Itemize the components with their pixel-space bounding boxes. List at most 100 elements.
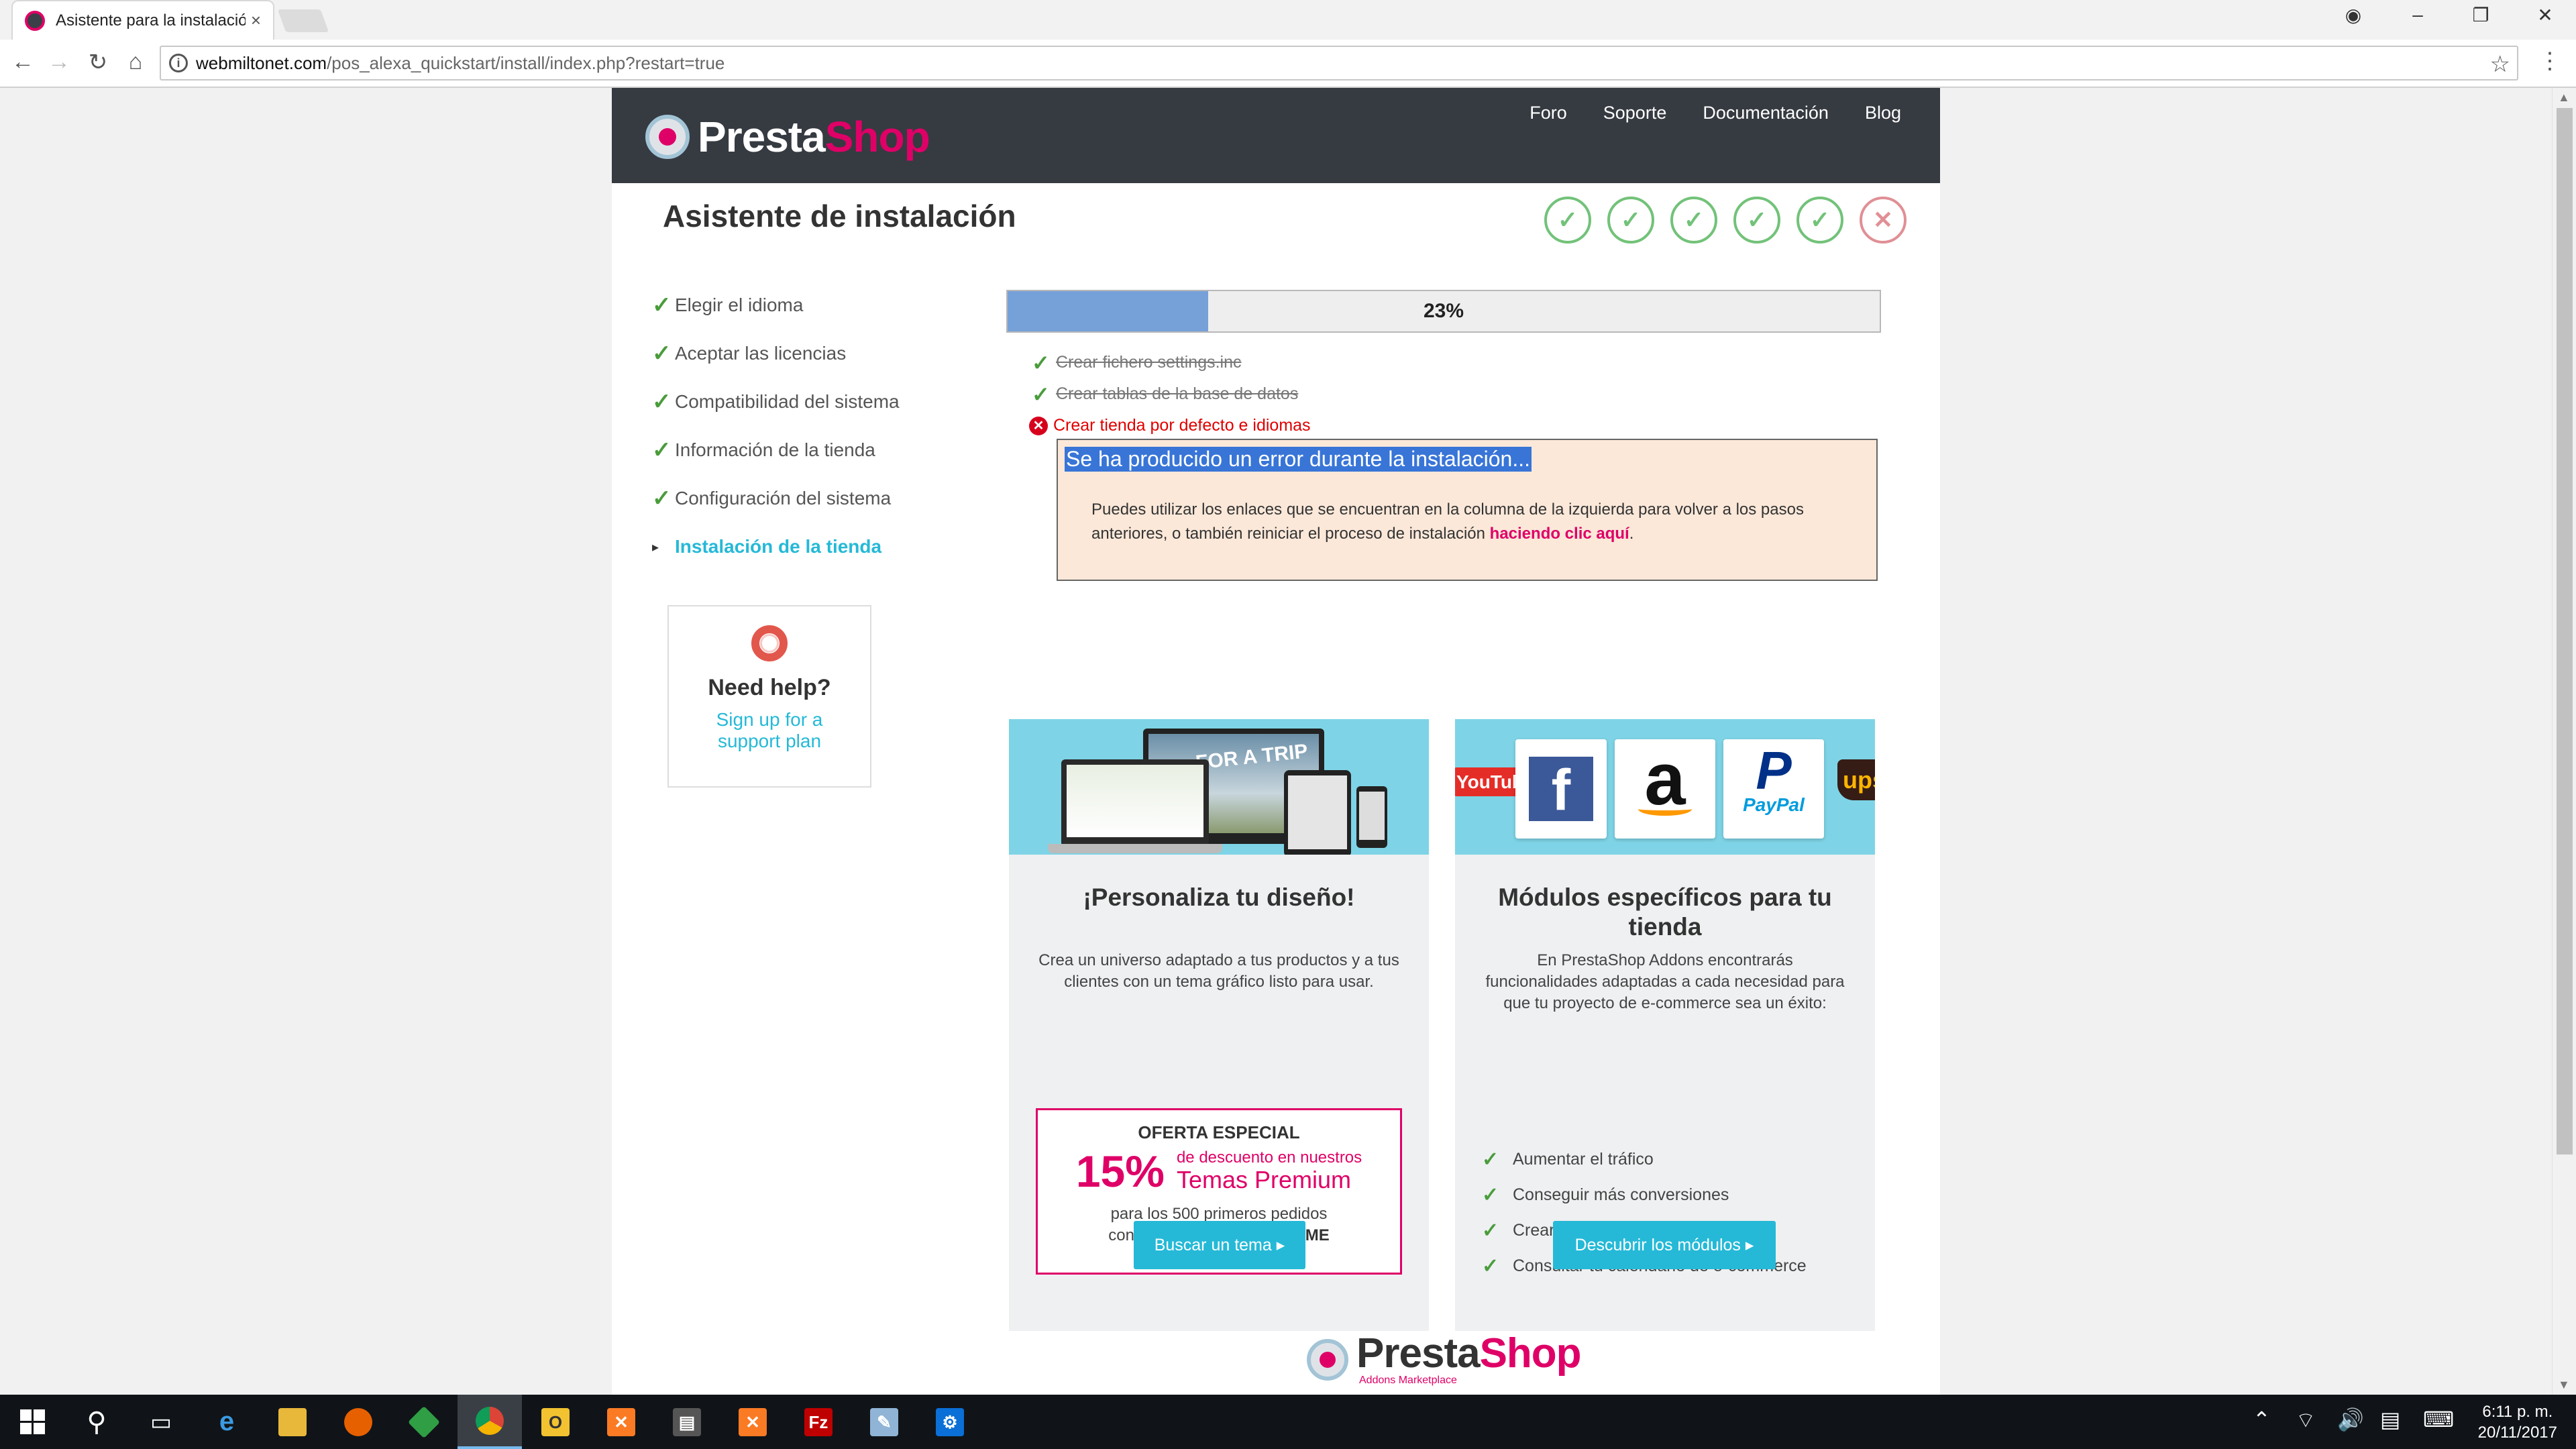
chrome-icon[interactable]	[458, 1395, 522, 1449]
back-icon[interactable]: ←	[8, 49, 38, 75]
url-path: /pos_alexa_quickstart/install/index.php?…	[327, 52, 725, 73]
install-page: Presta Shop Foro Soporte Documentación Bl…	[612, 88, 1940, 1395]
edge-icon[interactable]: e	[195, 1395, 259, 1449]
app-green-icon[interactable]	[392, 1395, 456, 1449]
close-window-icon[interactable]: ✕	[2532, 4, 2559, 26]
scroll-down-icon[interactable]: ▼	[2558, 1378, 2570, 1392]
tab-close-icon[interactable]: ×	[251, 10, 261, 31]
promo-description: Crea un universo adaptado a tus producto…	[1038, 951, 1399, 991]
browser-menu-icon[interactable]: ⋮	[2538, 48, 2561, 74]
tablet-image	[1284, 770, 1351, 855]
step-done-icon: ✓	[1544, 197, 1591, 244]
promo-title: Módulos específicos para tu tienda	[1498, 883, 1832, 941]
prestashop-bird-icon	[645, 115, 690, 159]
prestashop-bird-icon	[1307, 1339, 1348, 1381]
logo-text-presta: Presta	[698, 113, 826, 161]
benefit-label: Conseguir más conversiones	[1513, 1185, 1729, 1204]
settings-icon[interactable]: ⚙	[918, 1395, 982, 1449]
restart-install-link[interactable]: haciendo clic aquí	[1490, 525, 1629, 543]
scroll-up-icon[interactable]: ▲	[2558, 91, 2570, 105]
minimize-icon[interactable]: –	[2404, 4, 2431, 25]
step-done-icon: ✓	[1796, 197, 1843, 244]
step-status-icons: ✓ ✓ ✓ ✓ ✓ ✕	[1544, 197, 1923, 244]
system-clock[interactable]: 6:11 p. m. 20/11/2017	[2478, 1401, 2557, 1443]
wifi-icon[interactable]: ⌔	[2296, 1407, 2316, 1434]
xampp-icon[interactable]: ✕	[589, 1395, 653, 1449]
step-label: Compatibilidad del sistema	[675, 391, 900, 412]
address-bar[interactable]: i webmiltonet.com/pos_alexa_quickstart/i…	[160, 46, 2518, 80]
error-message: Puedes utilizar los enlaces que se encue…	[1091, 498, 1863, 546]
support-link-line: Sign up for a	[716, 709, 823, 730]
notepad-icon[interactable]: ✎	[852, 1395, 916, 1449]
step-item-configuracion[interactable]: ✓ Configuración del sistema	[652, 474, 900, 523]
bookmark-star-icon[interactable]: ☆	[2490, 51, 2510, 78]
step-label: Información de la tienda	[675, 439, 875, 460]
lifebuoy-icon	[751, 625, 788, 661]
search-icon[interactable]: ⚲	[64, 1395, 129, 1449]
current-step-arrow-icon: ▸	[652, 539, 659, 555]
ups-logo: ups	[1837, 759, 1875, 800]
nav-link-documentacion[interactable]: Documentación	[1666, 97, 1829, 129]
error-title: Se ha producido un error durante la inst…	[1065, 447, 1532, 472]
nav-link-soporte[interactable]: Soporte	[1567, 97, 1667, 129]
check-icon: ✓	[1482, 1255, 1499, 1277]
filezilla-icon[interactable]: Fz	[786, 1395, 851, 1449]
clock-time: 6:11 p. m.	[2482, 1403, 2553, 1421]
check-icon: ✓	[652, 389, 672, 415]
clock-date: 20/11/2017	[2477, 1424, 2557, 1442]
step-label: Aceptar las licencias	[675, 343, 847, 364]
nav-link-blog[interactable]: Blog	[1829, 97, 1901, 129]
file-explorer-icon[interactable]	[260, 1395, 325, 1449]
outlook-icon[interactable]: O	[523, 1395, 588, 1449]
step-item-instalacion: ▸ Instalación de la tienda	[652, 523, 900, 571]
page-scrollbar[interactable]: ▲ ▼	[2552, 88, 2576, 1395]
reload-icon[interactable]: ↻	[83, 49, 113, 76]
url-host: webmiltonet.com	[196, 52, 327, 73]
step-item-licencias[interactable]: ✓ Aceptar las licencias	[652, 329, 900, 378]
xampp-2-icon[interactable]: ✕	[720, 1395, 785, 1449]
phone-image	[1356, 786, 1387, 848]
nav-link-foro[interactable]: Foro	[1493, 97, 1567, 129]
logo-text-shop: Shop	[824, 113, 930, 161]
step-done-icon: ✓	[1607, 197, 1654, 244]
home-icon[interactable]: ⌂	[121, 49, 150, 75]
firefox-icon[interactable]	[326, 1395, 390, 1449]
offer-line-b: Temas Premium	[1176, 1166, 1352, 1193]
wizard-steps: ✓ Elegir el idioma ✓ Aceptar las licencias…	[652, 281, 900, 571]
task-view-icon[interactable]: ▭	[129, 1395, 193, 1449]
check-icon: ✓	[652, 486, 672, 511]
support-plan-link[interactable]: Sign up for a support plan	[669, 709, 870, 752]
help-card[interactable]: Need help? Sign up for a support plan	[667, 605, 871, 788]
new-tab-button[interactable]	[277, 9, 329, 32]
promo-title: ¡Personaliza tu diseño!	[1083, 883, 1355, 911]
scroll-thumb[interactable]	[2557, 108, 2573, 1155]
notifications-icon[interactable]: ▤	[2380, 1407, 2400, 1432]
addons-logo-presta: Presta	[1356, 1330, 1481, 1377]
search-theme-button[interactable]: Buscar un tema ▸	[1134, 1221, 1305, 1269]
prestashop-addons-logo[interactable]: PrestaShop Addons Marketplace	[1307, 1330, 1582, 1387]
progress-label: 23%	[1423, 300, 1464, 322]
step-item-informacion[interactable]: ✓ Información de la tienda	[652, 426, 900, 474]
keyboard-icon[interactable]: ⌨	[2423, 1407, 2454, 1432]
step-item-compatibilidad[interactable]: ✓ Compatibilidad del sistema	[652, 378, 900, 426]
facebook-mark: f	[1529, 757, 1593, 822]
browser-toolbar: ← → ↻ ⌂ i webmiltonet.com/pos_alexa_quic…	[0, 40, 2576, 88]
restore-icon[interactable]: ❐	[2467, 4, 2494, 26]
offer-title: OFERTA ESPECIAL	[1138, 1122, 1300, 1142]
forward-icon[interactable]: →	[44, 49, 74, 75]
prestashop-logo[interactable]: Presta Shop	[645, 112, 930, 162]
task-label: Crear tablas de la base de datos	[1056, 384, 1299, 403]
discover-modules-button[interactable]: Descubrir los módulos ▸	[1553, 1221, 1776, 1269]
help-title: Need help?	[708, 675, 831, 700]
profile-icon[interactable]: ◉	[2340, 4, 2367, 26]
step-label: Configuración del sistema	[675, 488, 892, 508]
windows-taskbar: ⚲ ▭ e O ✕ ▤ ✕ Fz ✎ ⚙ ⌃ ⌔ 🔊 ▤ ⌨ 6:11 p. m…	[0, 1395, 2576, 1449]
start-button[interactable]	[0, 1395, 64, 1449]
paypal-mark: P	[1756, 741, 1792, 800]
show-hidden-icons-icon[interactable]: ⌃	[2253, 1407, 2271, 1432]
volume-icon[interactable]: 🔊	[2337, 1407, 2364, 1432]
browser-tab[interactable]: Asistente para la instalación ×	[11, 0, 274, 40]
app-dark-icon[interactable]: ▤	[655, 1395, 719, 1449]
step-item-idioma[interactable]: ✓ Elegir el idioma	[652, 281, 900, 329]
site-info-icon[interactable]: i	[169, 54, 188, 72]
